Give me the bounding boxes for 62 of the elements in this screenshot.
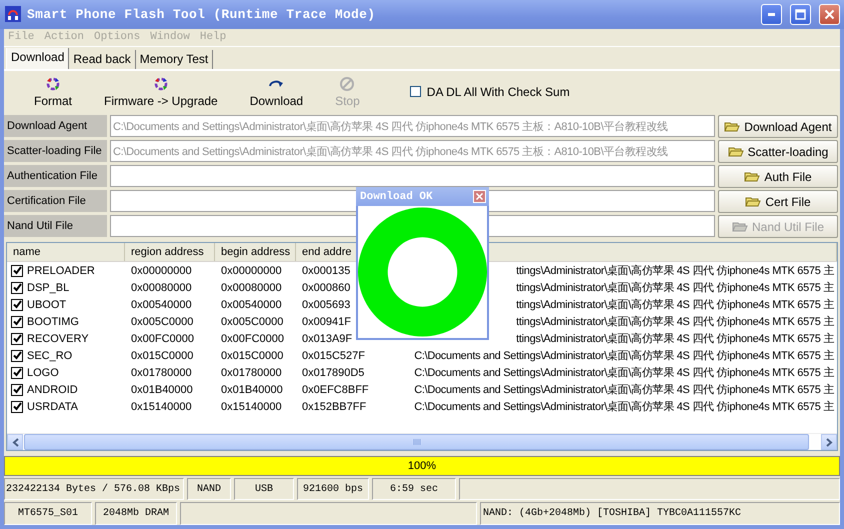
table-cell-text: 0x01780000 (130, 366, 193, 379)
status-field: 2048Mb DRAM (95, 502, 177, 525)
table-cell-text: ttings\Administrator\桌面\高仿苹果 4S 四代 仿iphone4s MTK 6575 主 (515, 298, 835, 312)
table-cell-text: 0x00540000 (130, 298, 193, 311)
table-cell-text: 0x00000000 (130, 264, 193, 277)
table-cell: DSP_BL (27, 282, 70, 294)
status-field: NAND (187, 478, 231, 500)
table-cell-text: 0x00FC0000 (130, 332, 195, 345)
table-cell-text: 0x013A9F (301, 332, 354, 345)
table-cell-text: 0x01B40000 (130, 384, 194, 396)
table-cell-text: ttings\Administrator\桌面\高仿苹果 4S 四代 仿iphone4s MTK 6575 主 (515, 264, 835, 278)
field-label: Download Agent (4, 115, 107, 138)
table-cell: USRDATA (27, 400, 78, 413)
table-cell-text: 0x01780000 (220, 366, 283, 379)
table-cell-text: 0x017890D5 (301, 366, 366, 379)
field-label: Nand Util File (4, 215, 107, 238)
progress-label: 100% (406, 460, 438, 472)
table-cell-text: 0x015C0000 (130, 350, 194, 362)
table-cell-text: C:\Documents and Settings\Administrator\桌面\高仿苹果 4S 四代 仿iphone4s MTK 6575 主 (413, 366, 835, 380)
table-cell-text: 0x00540000 (220, 298, 283, 311)
table-cell-text: C:\Documents and Settings\Administrator\桌面\高仿苹果 4S 四代 仿iphone4s MTK 6575 主 (413, 400, 835, 414)
table-cell: PRELOADER (27, 264, 95, 277)
status-field: USB (234, 478, 294, 500)
field-label: Authentication File (4, 165, 107, 188)
table-cell-text: ttings\Administrator\桌面\高仿苹果 4S 四代 仿iphone4s MTK 6575 主 (515, 314, 835, 330)
status-field: NAND: (4Gb+2048Mb) [TOSHIBA] TYBC0A111557KC (480, 502, 840, 525)
table-cell-text: 0x005693 (301, 298, 352, 311)
table-cell-text: ttings\Administrator\桌面\高仿苹果 4S 四代 仿iphone4s MTK 6575 主 (515, 280, 835, 296)
table-cell-text: 0x00941F (301, 316, 352, 328)
table-cell-text: C:\Documents and Settings\Administrator\桌面\高仿苹果 4S 四代 仿iphone4s MTK 6575 主 (413, 382, 835, 398)
table-cell: BOOTIMG (27, 316, 79, 328)
table-cell: SEC_RO (27, 350, 72, 362)
table-cell-text: 0x00000000 (220, 264, 283, 277)
table-cell-text: 0x00080000 (220, 282, 283, 294)
table-cell: ANDROID (27, 384, 78, 396)
table-cell: UBOOT (27, 298, 66, 311)
table-cell-text: 0x0EFC8BFF (301, 384, 370, 396)
table-cell-text: 0x15140000 (220, 400, 283, 413)
table-cell-text: 0x000135 (301, 264, 352, 277)
status-field: 921600 bps (297, 478, 369, 500)
window-title: Smart Phone Flash Tool (Runtime Trace Mode) (27, 6, 376, 22)
table-cell-text: C:\Documents and Settings\Administrator\桌面\高仿苹果 4S 四代 仿iphone4s MTK 6575 主 (413, 348, 835, 364)
table-cell-text: 0x005C0000 (220, 316, 284, 328)
field-label: Scatter-loading File (4, 140, 107, 162)
field-label: Certification File (4, 190, 107, 212)
checkbox-label: DA DL All With Check Sum (426, 84, 570, 99)
status-field: 6:59 sec (372, 478, 456, 500)
table-cell-text: 0x152BB7FF (301, 400, 368, 413)
table-cell-text: 0x000860 (301, 282, 352, 294)
table-cell-text: 0x015C0000 (220, 350, 284, 362)
table-cell-text: 0x015C527F (301, 350, 366, 362)
table-cell-text: 0x00080000 (130, 282, 193, 294)
table-cell: LOGO (27, 366, 59, 379)
dialog-title: Download OK (360, 190, 433, 202)
table-cell-text: 0x15140000 (130, 400, 193, 413)
table-cell-text: ttings\Administrator\桌面\高仿苹果 4S 四代 仿iphone4s MTK 6575 主 (515, 332, 835, 346)
status-field: MT6575_S01 (4, 502, 92, 525)
status-field: 232422134 Bytes / 576.08 KBps (4, 478, 184, 500)
table-cell-text: 0x01B40000 (220, 384, 284, 396)
table-cell-text: 0x00FC0000 (220, 332, 285, 345)
table-cell-text: 0x005C0000 (130, 316, 194, 328)
table-cell: RECOVERY (27, 332, 89, 345)
